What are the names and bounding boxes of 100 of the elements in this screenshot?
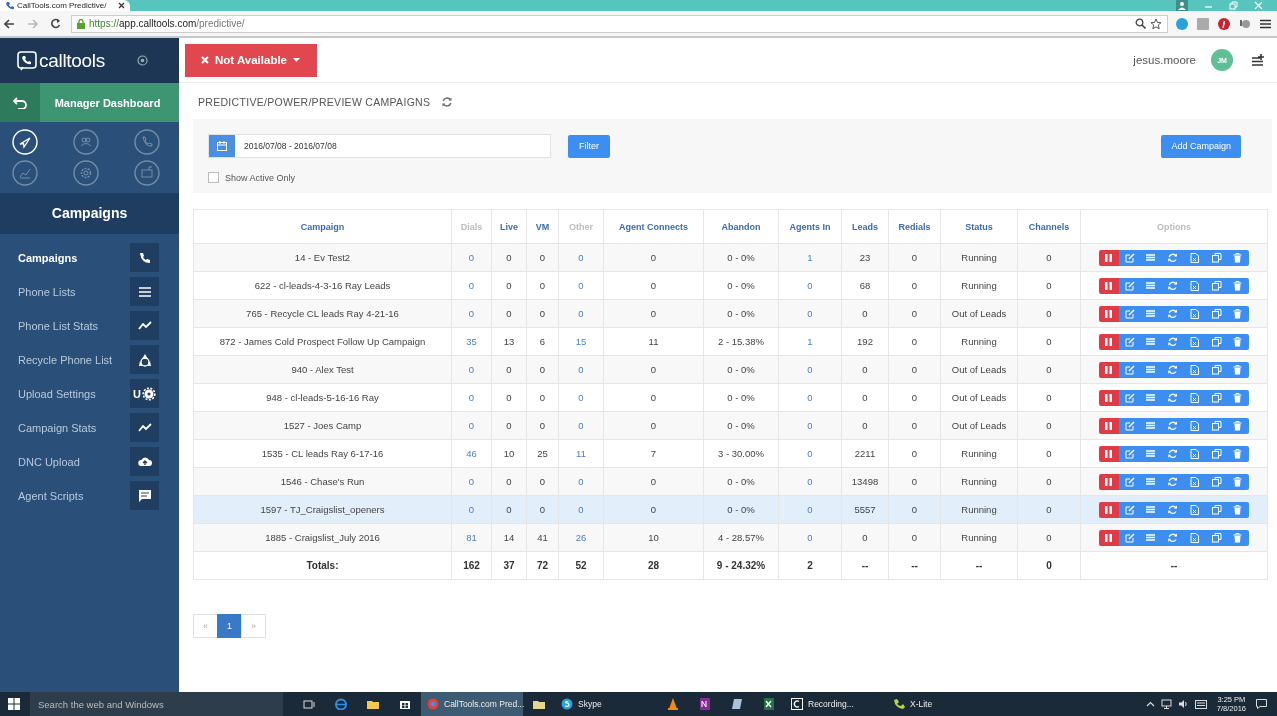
table-row[interactable]: 1527 - Joes Camp 0 0 0 0 0 0 - 0% 0 0 0 Out of Leads 0 xyxy=(193,411,1268,440)
table-row[interactable]: 948 - cl-leads-5-16-16 Ray 0 0 0 0 0 0 - 0% 0 0 0 Out of Leads 0 xyxy=(193,383,1268,412)
cell-link[interactable]: 0 xyxy=(807,532,813,543)
trash-button[interactable] xyxy=(1227,501,1250,518)
date-range-field[interactable]: 2016/07/08 - 2016/07/08 xyxy=(208,134,551,158)
edit-button[interactable] xyxy=(1118,389,1141,406)
folder-icon[interactable] xyxy=(533,698,545,710)
taskbar-app[interactable]: X-Lite xyxy=(887,692,989,716)
refresh-icon[interactable] xyxy=(442,97,453,107)
dashboard-link[interactable]: Manager Dashboard xyxy=(40,83,179,122)
table-row[interactable]: 1885 - Craigslist_July 2016 81 14 41 26 10 4 - 28.57% 0 0 0 Running 0 xyxy=(193,523,1268,552)
edit-button[interactable] xyxy=(1118,333,1141,350)
cell-link[interactable]: 1 xyxy=(807,336,813,347)
taskbar-app[interactable]: CallTools.com Pred... xyxy=(421,692,523,716)
browser-icon[interactable] xyxy=(335,698,347,710)
trash-button[interactable] xyxy=(1227,361,1250,378)
column-header[interactable]: Redials xyxy=(898,221,931,232)
pause-button[interactable] xyxy=(1098,277,1119,294)
column-header[interactable]: Live xyxy=(500,221,518,232)
cell-link[interactable]: 0 xyxy=(807,476,813,487)
pause-button[interactable] xyxy=(1098,445,1119,462)
trash-button[interactable] xyxy=(1227,249,1250,266)
menu-item[interactable]: Phone List Stats xyxy=(18,319,99,332)
people-icon[interactable] xyxy=(73,129,99,155)
menu-item[interactable]: Recycle Phone List xyxy=(18,353,113,366)
cell-link[interactable]: 0 xyxy=(468,308,475,319)
trash-button[interactable] xyxy=(1227,333,1250,350)
table-row[interactable]: 940 - Alex Test 0 0 0 0 0 0 - 0% 0 0 0 Out of Leads 0 xyxy=(193,355,1268,384)
column-header[interactable]: Leads xyxy=(852,221,878,232)
column-header[interactable]: VM xyxy=(535,221,550,232)
cell-link[interactable]: 0 xyxy=(468,364,475,375)
cell-link[interactable]: 0 xyxy=(807,392,813,403)
pause-button[interactable] xyxy=(1098,501,1119,518)
traffic-cone-icon[interactable] xyxy=(667,698,679,710)
edit-button[interactable] xyxy=(1118,249,1141,266)
menu-item[interactable]: Campaign Stats xyxy=(18,421,97,434)
cell-link[interactable]: 0 xyxy=(807,280,813,291)
column-header[interactable]: Agents In xyxy=(789,221,831,232)
edit-button[interactable] xyxy=(1118,529,1141,546)
cell-link[interactable]: 0 xyxy=(468,504,475,515)
back-icon[interactable] xyxy=(4,18,15,29)
cell-link[interactable]: 0 xyxy=(468,476,475,487)
next-page-link[interactable]: » xyxy=(241,614,266,638)
menu-item[interactable]: Agent Scripts xyxy=(18,489,84,502)
trash-button[interactable] xyxy=(1227,417,1250,434)
cell-link[interactable]: 0 xyxy=(578,504,584,515)
reload-icon[interactable] xyxy=(50,18,61,29)
pause-button[interactable] xyxy=(1098,361,1119,378)
pause-button[interactable] xyxy=(1098,389,1119,406)
table-row[interactable]: 765 - Recycle CL leads Ray 4-21-16 0 0 0 0 0 0 - 0% 0 0 0 Out of Leads 0 xyxy=(193,299,1268,328)
column-header[interactable]: Status xyxy=(965,221,993,232)
phone-icon[interactable] xyxy=(137,250,152,265)
spreadsheet-icon[interactable] xyxy=(763,698,775,710)
menu-icon[interactable] xyxy=(1260,18,1271,29)
trash-button[interactable] xyxy=(1227,445,1250,462)
cell-link[interactable]: 46 xyxy=(466,448,477,459)
cell-link[interactable]: 0 xyxy=(578,252,584,263)
pause-button[interactable] xyxy=(1098,529,1119,546)
edit-button[interactable] xyxy=(1118,305,1141,322)
table-row[interactable]: 1546 - Chase's Run 0 0 0 0 0 0 - 0% 0 13498 0 Running 0 xyxy=(193,467,1268,496)
cell-link[interactable]: 0 xyxy=(468,392,475,403)
monitor-icon[interactable] xyxy=(134,160,160,186)
edit-button[interactable] xyxy=(1118,445,1141,462)
edit-button[interactable] xyxy=(1118,417,1141,434)
menu-item[interactable]: Phone Lists xyxy=(18,285,76,298)
notebook-icon[interactable] xyxy=(699,698,711,710)
table-row[interactable]: 1597 - TJ_Craigslist_openers 0 0 0 0 0 0 - 0% 0 5557 0 Running 0 xyxy=(193,495,1268,524)
cell-link[interactable]: 0 xyxy=(468,252,475,263)
table-row[interactable]: 1535 - CL leads Ray 6-17-16 46 10 25 11 7 3 - 30.00% 0 2211 0 Running 0 xyxy=(193,439,1268,468)
target-icon[interactable] xyxy=(137,55,148,66)
table-row[interactable]: 622 - cl-leads-4-3-16 Ray Leads 0 0 0 0 0 0 - 0% 0 68 0 Running 0 xyxy=(193,271,1268,300)
page-link[interactable]: 1 xyxy=(217,614,242,638)
cell-link[interactable]: 35 xyxy=(466,336,477,347)
taskbar-app[interactable]: Recording... xyxy=(785,692,887,716)
edit-button[interactable] xyxy=(1118,361,1141,378)
cell-link[interactable]: 11 xyxy=(576,448,586,459)
folder-icon[interactable] xyxy=(367,698,379,710)
cell-link[interactable]: 0 xyxy=(468,280,475,291)
list-icon[interactable] xyxy=(137,284,152,299)
cell-link[interactable]: 0 xyxy=(807,420,813,431)
menu-item[interactable]: Upload Settings xyxy=(18,387,96,400)
cell-link[interactable]: 26 xyxy=(575,532,587,543)
pause-button[interactable] xyxy=(1098,473,1119,490)
filter-button[interactable]: Filter xyxy=(568,134,610,158)
taskbar-app[interactable]: Skype xyxy=(555,692,657,716)
add-list-icon[interactable] xyxy=(1252,54,1265,66)
menu-item[interactable]: DNC Upload xyxy=(18,455,80,468)
store-icon[interactable] xyxy=(399,698,411,710)
paper-plane-icon[interactable] xyxy=(12,129,38,155)
cell-link[interactable]: 0 xyxy=(578,280,584,291)
cell-link[interactable]: 0 xyxy=(578,476,584,487)
cell-link[interactable]: 15 xyxy=(575,336,587,347)
pause-button[interactable] xyxy=(1098,249,1119,266)
trash-button[interactable] xyxy=(1227,305,1250,322)
edit-button[interactable] xyxy=(1118,277,1141,294)
cell-link[interactable]: 0 xyxy=(807,504,813,515)
column-header[interactable]: Agent Connects xyxy=(619,221,688,232)
checkbox[interactable] xyxy=(208,172,219,183)
cell-link[interactable]: 0 xyxy=(578,420,584,431)
edit-button[interactable] xyxy=(1118,501,1141,518)
